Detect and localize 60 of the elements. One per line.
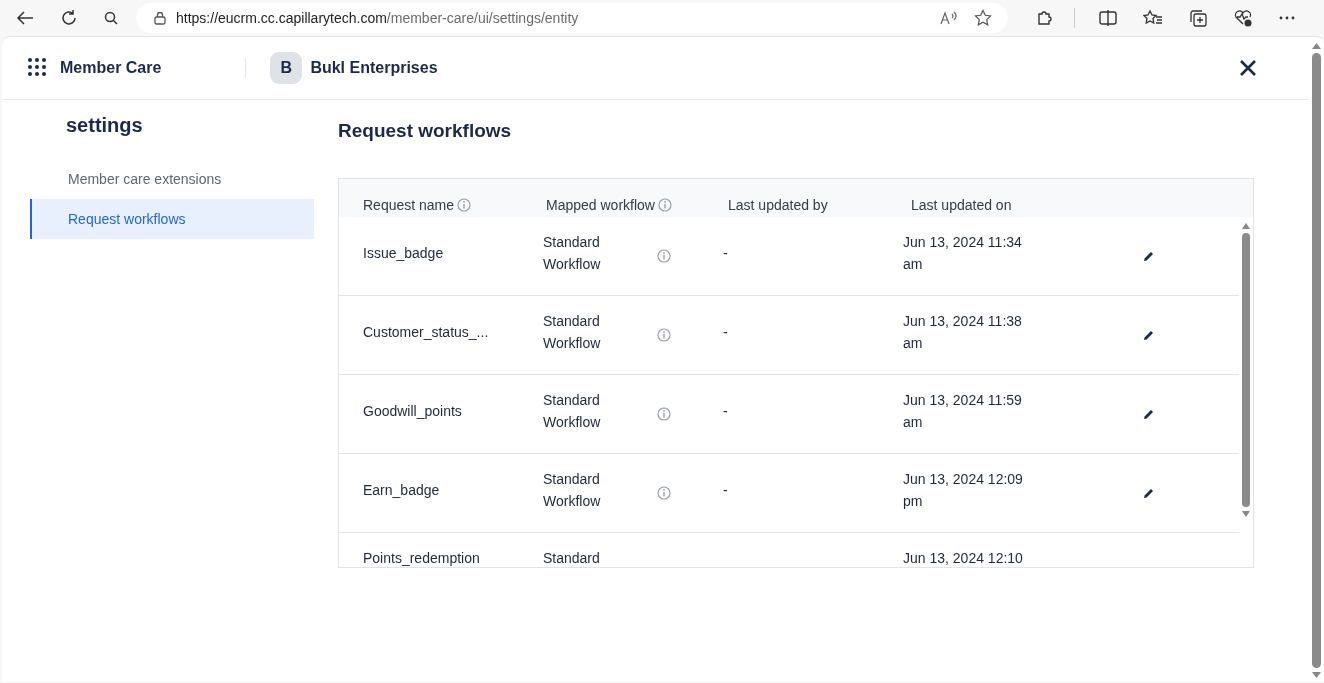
info-icon xyxy=(657,249,671,263)
star-icon[interactable] xyxy=(974,9,992,27)
health-icon[interactable] xyxy=(1233,9,1253,27)
workflow-name: Standard xyxy=(543,549,601,567)
more-icon[interactable] xyxy=(1279,16,1295,20)
column-header: Last updated by xyxy=(728,197,828,213)
workflow-name: Standard Workflow xyxy=(543,312,602,353)
org-avatar: B xyxy=(270,52,303,84)
workflow-name: Standard Workflow xyxy=(543,470,602,511)
workflow-name: Standard Workflow xyxy=(543,233,602,274)
column-header: Request name xyxy=(363,197,455,213)
request-name: Customer_status_... xyxy=(363,323,489,342)
scroll-up-icon[interactable] xyxy=(1242,223,1250,229)
scroll-up-icon[interactable] xyxy=(1311,43,1321,49)
info-icon xyxy=(457,198,472,212)
collections-icon[interactable] xyxy=(1189,9,1207,27)
sidebar-item[interactable]: Request workflows xyxy=(30,199,314,239)
updated-on: Jun 13, 2024 11:59 am xyxy=(903,391,1023,432)
updated-by: - xyxy=(723,402,728,421)
scroll-down-icon[interactable] xyxy=(1242,511,1250,517)
request-name: Points_redemption xyxy=(363,549,480,567)
app-name: Member Care xyxy=(60,59,162,77)
request-name: Issue_badge xyxy=(363,244,444,263)
refresh-icon[interactable] xyxy=(60,9,78,27)
search-icon[interactable] xyxy=(104,11,118,25)
close-icon[interactable] xyxy=(1240,60,1256,76)
scroll-down-icon[interactable] xyxy=(1311,672,1321,678)
column-header: Last updated on xyxy=(911,197,1012,213)
back-icon[interactable] xyxy=(16,11,34,25)
updated-by: - xyxy=(723,323,728,342)
split-screen-icon[interactable] xyxy=(1099,10,1117,26)
apps-grid-icon[interactable] xyxy=(28,58,48,78)
sidebar-title: settings xyxy=(66,114,144,137)
edit-icon[interactable] xyxy=(1143,488,1154,499)
favorites-icon[interactable] xyxy=(1143,9,1163,27)
updated-on: Jun 13, 2024 12:09 pm xyxy=(903,470,1024,511)
updated-by: - xyxy=(723,481,728,500)
info-icon xyxy=(657,198,672,212)
updated-on: Jun 13, 2024 11:38 am xyxy=(903,312,1023,353)
edit-icon[interactable] xyxy=(1143,330,1154,341)
info-icon xyxy=(657,407,671,421)
org-name: Bukl Enterprises xyxy=(310,59,438,77)
request-name: Goodwill_points xyxy=(363,402,462,421)
read-aloud-icon[interactable] xyxy=(940,11,958,25)
url-text: https://eucrm.cc.capillarytech.com/member-care/ui/settings/entity xyxy=(176,10,579,26)
edit-icon[interactable] xyxy=(1143,409,1154,420)
column-header: Mapped workflow xyxy=(546,197,655,213)
sidebar-item[interactable]: Member care extensions xyxy=(30,159,314,199)
lock-icon xyxy=(154,11,166,25)
info-icon xyxy=(657,486,671,500)
edit-icon[interactable] xyxy=(1143,251,1154,262)
updated-by: - xyxy=(723,244,728,263)
info-icon xyxy=(657,328,671,342)
updated-on: Jun 13, 2024 12:10 xyxy=(903,549,1024,567)
puzzle-icon[interactable] xyxy=(1036,9,1054,27)
address-bar[interactable]: https://eucrm.cc.capillarytech.com/member-care/ui/settings/entity xyxy=(136,3,1008,33)
updated-on: Jun 13, 2024 11:34 am xyxy=(903,233,1023,274)
workflow-name: Standard Workflow xyxy=(543,391,602,432)
request-name: Earn_badge xyxy=(363,481,440,500)
page-title: Request workflows xyxy=(338,120,513,142)
